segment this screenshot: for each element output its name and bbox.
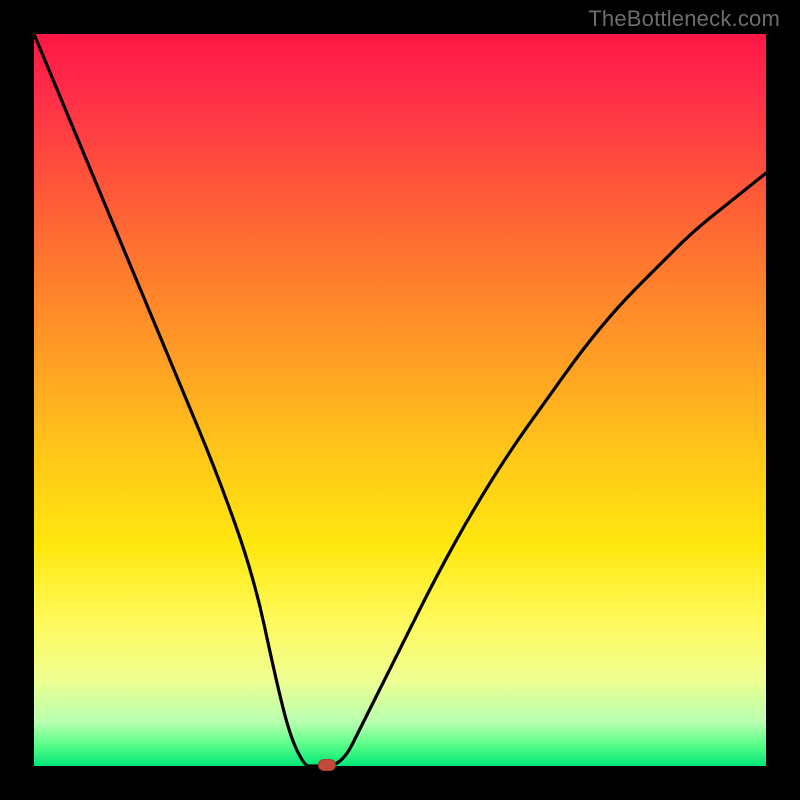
chart-frame: TheBottleneck.com — [0, 0, 800, 800]
bottleneck-curve — [34, 34, 766, 766]
plot-area — [34, 34, 766, 766]
minimum-marker — [318, 759, 336, 771]
watermark-text: TheBottleneck.com — [588, 6, 780, 32]
curve-layer — [34, 34, 766, 766]
